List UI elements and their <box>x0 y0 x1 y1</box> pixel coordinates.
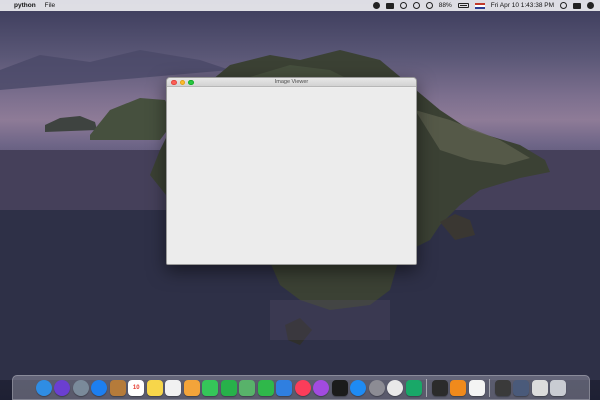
window-title: Image Viewer <box>274 79 309 85</box>
mute-status-icon[interactable] <box>399 2 407 9</box>
battery-percent[interactable]: 88% <box>439 2 452 9</box>
reminders-icon[interactable] <box>165 379 182 396</box>
notebook-icon[interactable] <box>109 379 126 396</box>
wifi-icon[interactable] <box>425 2 433 9</box>
chrome-icon[interactable] <box>387 379 404 396</box>
photos-icon[interactable] <box>183 379 200 396</box>
minimized-window-3-icon[interactable] <box>531 379 548 396</box>
calendar-day: 10 <box>132 384 140 391</box>
cloud-status-icon[interactable] <box>385 2 394 9</box>
maps-icon[interactable] <box>239 379 256 396</box>
menu-app-name[interactable]: python <box>14 2 36 9</box>
launchpad-icon[interactable] <box>72 379 89 396</box>
minimized-window-1-icon[interactable] <box>494 379 511 396</box>
siri-icon[interactable] <box>54 379 71 396</box>
system-preferences-icon[interactable] <box>368 379 385 396</box>
pycharm-icon[interactable] <box>405 379 422 396</box>
notification-center-icon[interactable] <box>587 2 594 9</box>
menubar-clock[interactable]: Fri Apr 10 1:43:38 PM <box>491 2 554 9</box>
safari-icon[interactable] <box>91 379 108 396</box>
record-status-icon[interactable] <box>372 2 380 9</box>
trash-icon[interactable] <box>550 379 567 396</box>
image-viewer-window: Image Viewer <box>166 77 417 265</box>
dock: 10 <box>12 375 590 400</box>
terminal-icon[interactable] <box>431 379 448 396</box>
minimized-window-2-icon[interactable] <box>513 379 530 396</box>
menu-file[interactable]: File <box>45 2 55 9</box>
window-titlebar[interactable]: Image Viewer <box>167 78 416 87</box>
finder-icon[interactable] <box>35 379 52 396</box>
document-icon[interactable] <box>468 379 485 396</box>
dock-separator <box>489 378 491 397</box>
music-icon[interactable] <box>294 379 311 396</box>
facetime-icon[interactable] <box>220 379 237 396</box>
control-center-icon[interactable] <box>573 2 581 9</box>
bluetooth-status-icon[interactable] <box>412 2 420 9</box>
dock-separator <box>426 378 428 397</box>
battery-icon[interactable] <box>457 3 469 8</box>
numbers-icon[interactable] <box>257 379 274 396</box>
app-store-icon[interactable] <box>350 379 367 396</box>
notes-icon[interactable] <box>146 379 163 396</box>
status-area: 88% Fri Apr 10 1:43:38 PM <box>372 2 594 9</box>
podcasts-icon[interactable] <box>313 379 330 396</box>
menu-bar: python File 88% Fri Apr 10 1:43:38 PM <box>0 0 600 11</box>
spotlight-search-icon[interactable] <box>560 2 567 9</box>
tv-icon[interactable] <box>331 379 348 396</box>
input-source-flag-icon[interactable] <box>474 2 485 9</box>
image-canvas[interactable] <box>167 88 416 264</box>
keynote-icon[interactable] <box>276 379 293 396</box>
calendar-icon[interactable]: 10 <box>128 379 145 396</box>
messages-icon[interactable] <box>202 379 219 396</box>
vlc-icon[interactable] <box>450 379 467 396</box>
